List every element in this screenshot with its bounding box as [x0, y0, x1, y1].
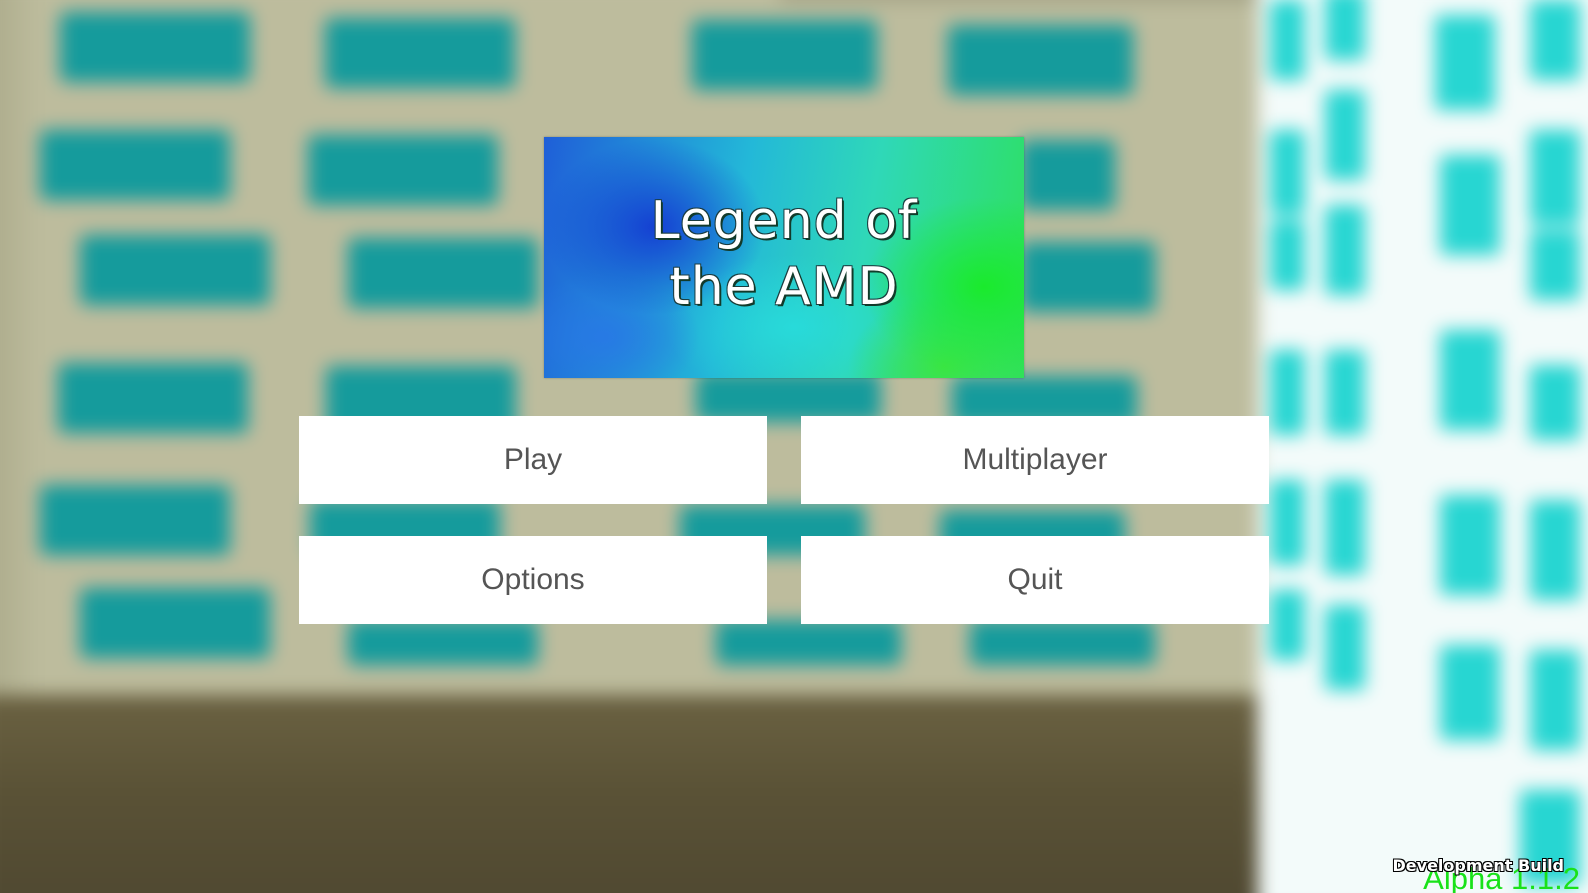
logo-title: Legend of the AMD: [650, 190, 918, 317]
wall-tile: [60, 12, 250, 82]
wall-tile: [80, 235, 270, 305]
quit-button[interactable]: Quit: [801, 536, 1269, 624]
wall-shadow: [0, 0, 40, 700]
wall-tile: [948, 25, 1133, 95]
wall-tile: [1325, 205, 1365, 295]
wall-tile: [1440, 330, 1500, 430]
wall-tile: [58, 363, 248, 433]
wall-tile: [1020, 140, 1115, 210]
wall-tile: [1440, 155, 1500, 255]
wall-tile: [1270, 220, 1305, 290]
wall-tile: [40, 130, 230, 200]
wall-tile: [1530, 230, 1580, 300]
wall-tile: [1440, 495, 1500, 595]
wall-tile: [1325, 480, 1365, 575]
wall-tile: [1325, 90, 1365, 180]
wall-tile: [1440, 645, 1500, 740]
wall-tile: [1530, 130, 1580, 225]
blurred-background-scene: [0, 0, 1588, 893]
wall-tile: [1530, 0, 1580, 80]
wall-tile: [716, 620, 901, 665]
wall-tile: [1270, 130, 1305, 215]
wall-tile: [325, 18, 515, 88]
wall-tile: [1530, 500, 1580, 600]
wall-tile: [348, 238, 538, 308]
wall-tile: [1270, 590, 1305, 660]
development-build-label: Development Build: [1392, 856, 1564, 875]
wall-tile: [40, 485, 230, 555]
wall-tile: [692, 20, 877, 90]
wall-tile: [1325, 605, 1365, 690]
wall-tile: [1020, 242, 1155, 312]
wall-tile: [1270, 350, 1305, 435]
wall-tile: [1325, 0, 1365, 60]
wall-tile: [80, 588, 270, 658]
wall-tile: [1530, 650, 1580, 750]
play-button[interactable]: Play: [299, 416, 767, 504]
wall-tile: [1270, 0, 1305, 80]
ceiling-band: [780, 0, 1280, 2]
wall-tile: [1530, 365, 1580, 440]
options-button[interactable]: Options: [299, 536, 767, 624]
wall-tile: [696, 372, 881, 422]
wall-tile: [1325, 350, 1365, 435]
wall-tile: [1270, 480, 1305, 565]
wall-tile: [308, 135, 498, 205]
wall-tile: [348, 620, 538, 665]
wall-tile: [1435, 15, 1495, 110]
multiplayer-button[interactable]: Multiplayer: [801, 416, 1269, 504]
wall-tile: [970, 620, 1155, 665]
main-menu-screen: Legend of the AMD Play Multiplayer Optio…: [0, 0, 1588, 893]
game-logo: Legend of the AMD: [544, 137, 1024, 378]
